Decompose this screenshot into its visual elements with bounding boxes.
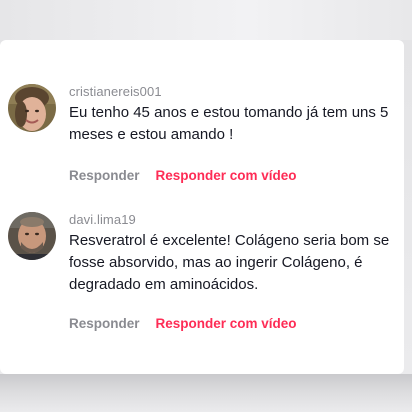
avatar[interactable]	[8, 212, 56, 260]
reply-with-video-button[interactable]: Responder com vídeo	[156, 316, 297, 331]
comment-username[interactable]: davi.lima19	[69, 212, 136, 227]
comment-actions: Responder Responder com vídeo	[69, 316, 297, 331]
avatar-image	[8, 212, 56, 260]
background-bottom	[0, 374, 412, 412]
reply-button[interactable]: Responder	[69, 168, 140, 183]
comments-panel: cristianereis001 Eu tenho 45 anos e esto…	[0, 40, 404, 374]
background-top	[0, 0, 412, 40]
reply-button[interactable]: Responder	[69, 316, 140, 331]
avatar[interactable]	[8, 84, 56, 132]
reply-with-video-button[interactable]: Responder com vídeo	[156, 168, 297, 183]
avatar-image	[8, 84, 56, 132]
comment-actions: Responder Responder com vídeo	[69, 168, 297, 183]
comment-text: Eu tenho 45 anos e estou tomando já tem …	[69, 104, 389, 143]
comment-text: Resveratrol é excelente! Colágeno seria …	[69, 232, 390, 293]
comment-username[interactable]: cristianereis001	[69, 84, 162, 99]
